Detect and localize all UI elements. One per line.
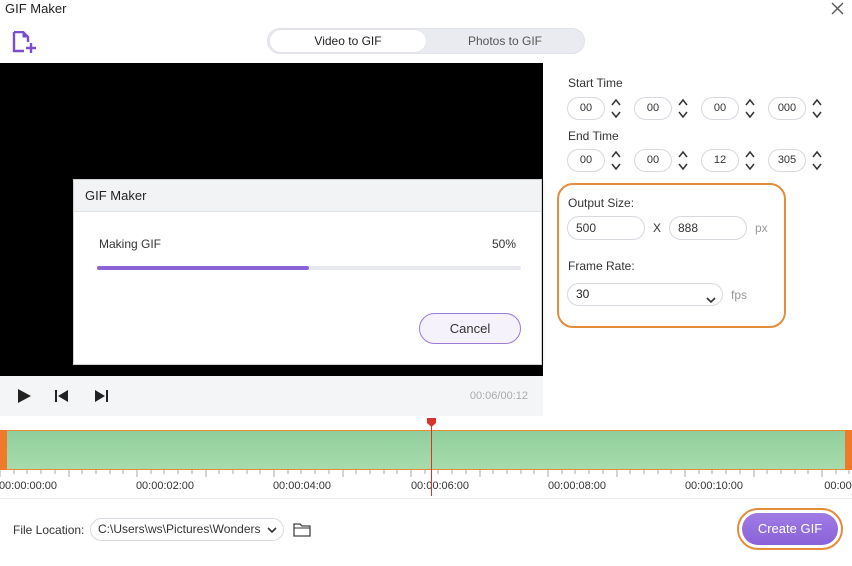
end-time-field-1[interactable]: 00 (634, 149, 672, 172)
folder-icon[interactable] (293, 521, 311, 537)
footer-divider (0, 498, 852, 499)
cancel-button[interactable]: Cancel (419, 313, 521, 344)
timeline-tick-label: 00:00:04:00 (272, 480, 332, 492)
tab-video-to-gif[interactable]: Video to GIF (270, 30, 426, 52)
create-gif-highlight: Create GIF (737, 508, 843, 550)
chevron-down-icon (261, 519, 283, 540)
progress-bar (97, 266, 521, 270)
progress-bar-fill (97, 266, 309, 270)
dialog-title: GIF Maker (74, 180, 541, 212)
next-frame-icon[interactable] (93, 388, 109, 404)
playhead-line (431, 420, 432, 496)
start-time-field-0[interactable]: 00 (567, 97, 605, 120)
timeline-tick-label: 00:00:08:00 (547, 480, 607, 492)
timeline-tick-label: 00:00:00:00 (0, 480, 58, 492)
player-controls: 00:06/00:12 (0, 376, 543, 416)
file-location-label: File Location: (13, 523, 85, 537)
spinner-icon[interactable] (812, 149, 822, 172)
end-time-field-2[interactable]: 12 (701, 149, 739, 172)
window-title: GIF Maker (5, 1, 67, 16)
trim-handle-start[interactable] (0, 430, 7, 470)
spinner-icon[interactable] (678, 149, 688, 172)
file-location-path: C:\Users\ws\Pictures\Wonders (98, 522, 261, 536)
timeline-tick-label: 00:00:06:00 (410, 480, 470, 492)
progress-dialog: GIF Maker Making GIF 50% Cancel (73, 179, 542, 365)
end-time-label: End Time (568, 129, 619, 143)
timeline-tick-label: 00:00:10:00 (684, 480, 744, 492)
timeline-ticks (0, 470, 850, 477)
previous-frame-icon[interactable] (54, 388, 70, 404)
spinner-icon[interactable] (678, 97, 688, 120)
time-readout: 00:06/00:12 (469, 390, 528, 402)
start-time-field-2[interactable]: 00 (701, 97, 739, 120)
start-time-label: Start Time (568, 76, 623, 90)
timeline-tick-label: 00:00:02:00 (135, 480, 195, 492)
frame-rate-label: Frame Rate: (568, 259, 635, 273)
size-unit: px (755, 221, 768, 235)
add-file-icon[interactable] (12, 30, 40, 55)
end-time-field-3[interactable]: 305 (768, 149, 806, 172)
chevron-down-icon (706, 290, 716, 311)
mode-toggle: Video to GIF Photos to GIF (267, 28, 585, 54)
close-icon[interactable] (828, 0, 846, 18)
spinner-icon[interactable] (745, 149, 755, 172)
spinner-icon[interactable] (745, 97, 755, 120)
spinner-icon[interactable] (611, 149, 621, 172)
create-gif-button[interactable]: Create GIF (742, 513, 838, 545)
end-time-field-0[interactable]: 00 (567, 149, 605, 172)
timeline-track[interactable] (0, 430, 852, 470)
progress-status: Making GIF (99, 237, 162, 251)
title-bar: GIF Maker (0, 0, 852, 22)
frame-rate-select[interactable]: 30 (567, 283, 723, 306)
size-separator: X (653, 221, 662, 235)
play-icon[interactable] (16, 388, 32, 404)
start-time-field-3[interactable]: 000 (768, 97, 806, 120)
playhead[interactable] (427, 416, 436, 427)
output-width-input[interactable]: 500 (567, 216, 645, 240)
spinner-icon[interactable] (611, 97, 621, 120)
file-location-select[interactable]: C:\Users\ws\Pictures\Wonders (90, 518, 284, 541)
tab-photos-to-gif[interactable]: Photos to GIF (428, 30, 582, 52)
frame-rate-unit: fps (731, 288, 748, 302)
timeline-tick-label: 00:00 (824, 480, 852, 492)
frame-rate-value: 30 (576, 287, 590, 301)
trim-handle-end[interactable] (845, 430, 852, 470)
output-size-label: Output Size: (568, 196, 635, 210)
progress-percent: 50% (491, 237, 516, 251)
start-time-field-1[interactable]: 00 (634, 97, 672, 120)
spinner-icon[interactable] (812, 97, 822, 120)
output-height-input[interactable]: 888 (669, 216, 747, 240)
